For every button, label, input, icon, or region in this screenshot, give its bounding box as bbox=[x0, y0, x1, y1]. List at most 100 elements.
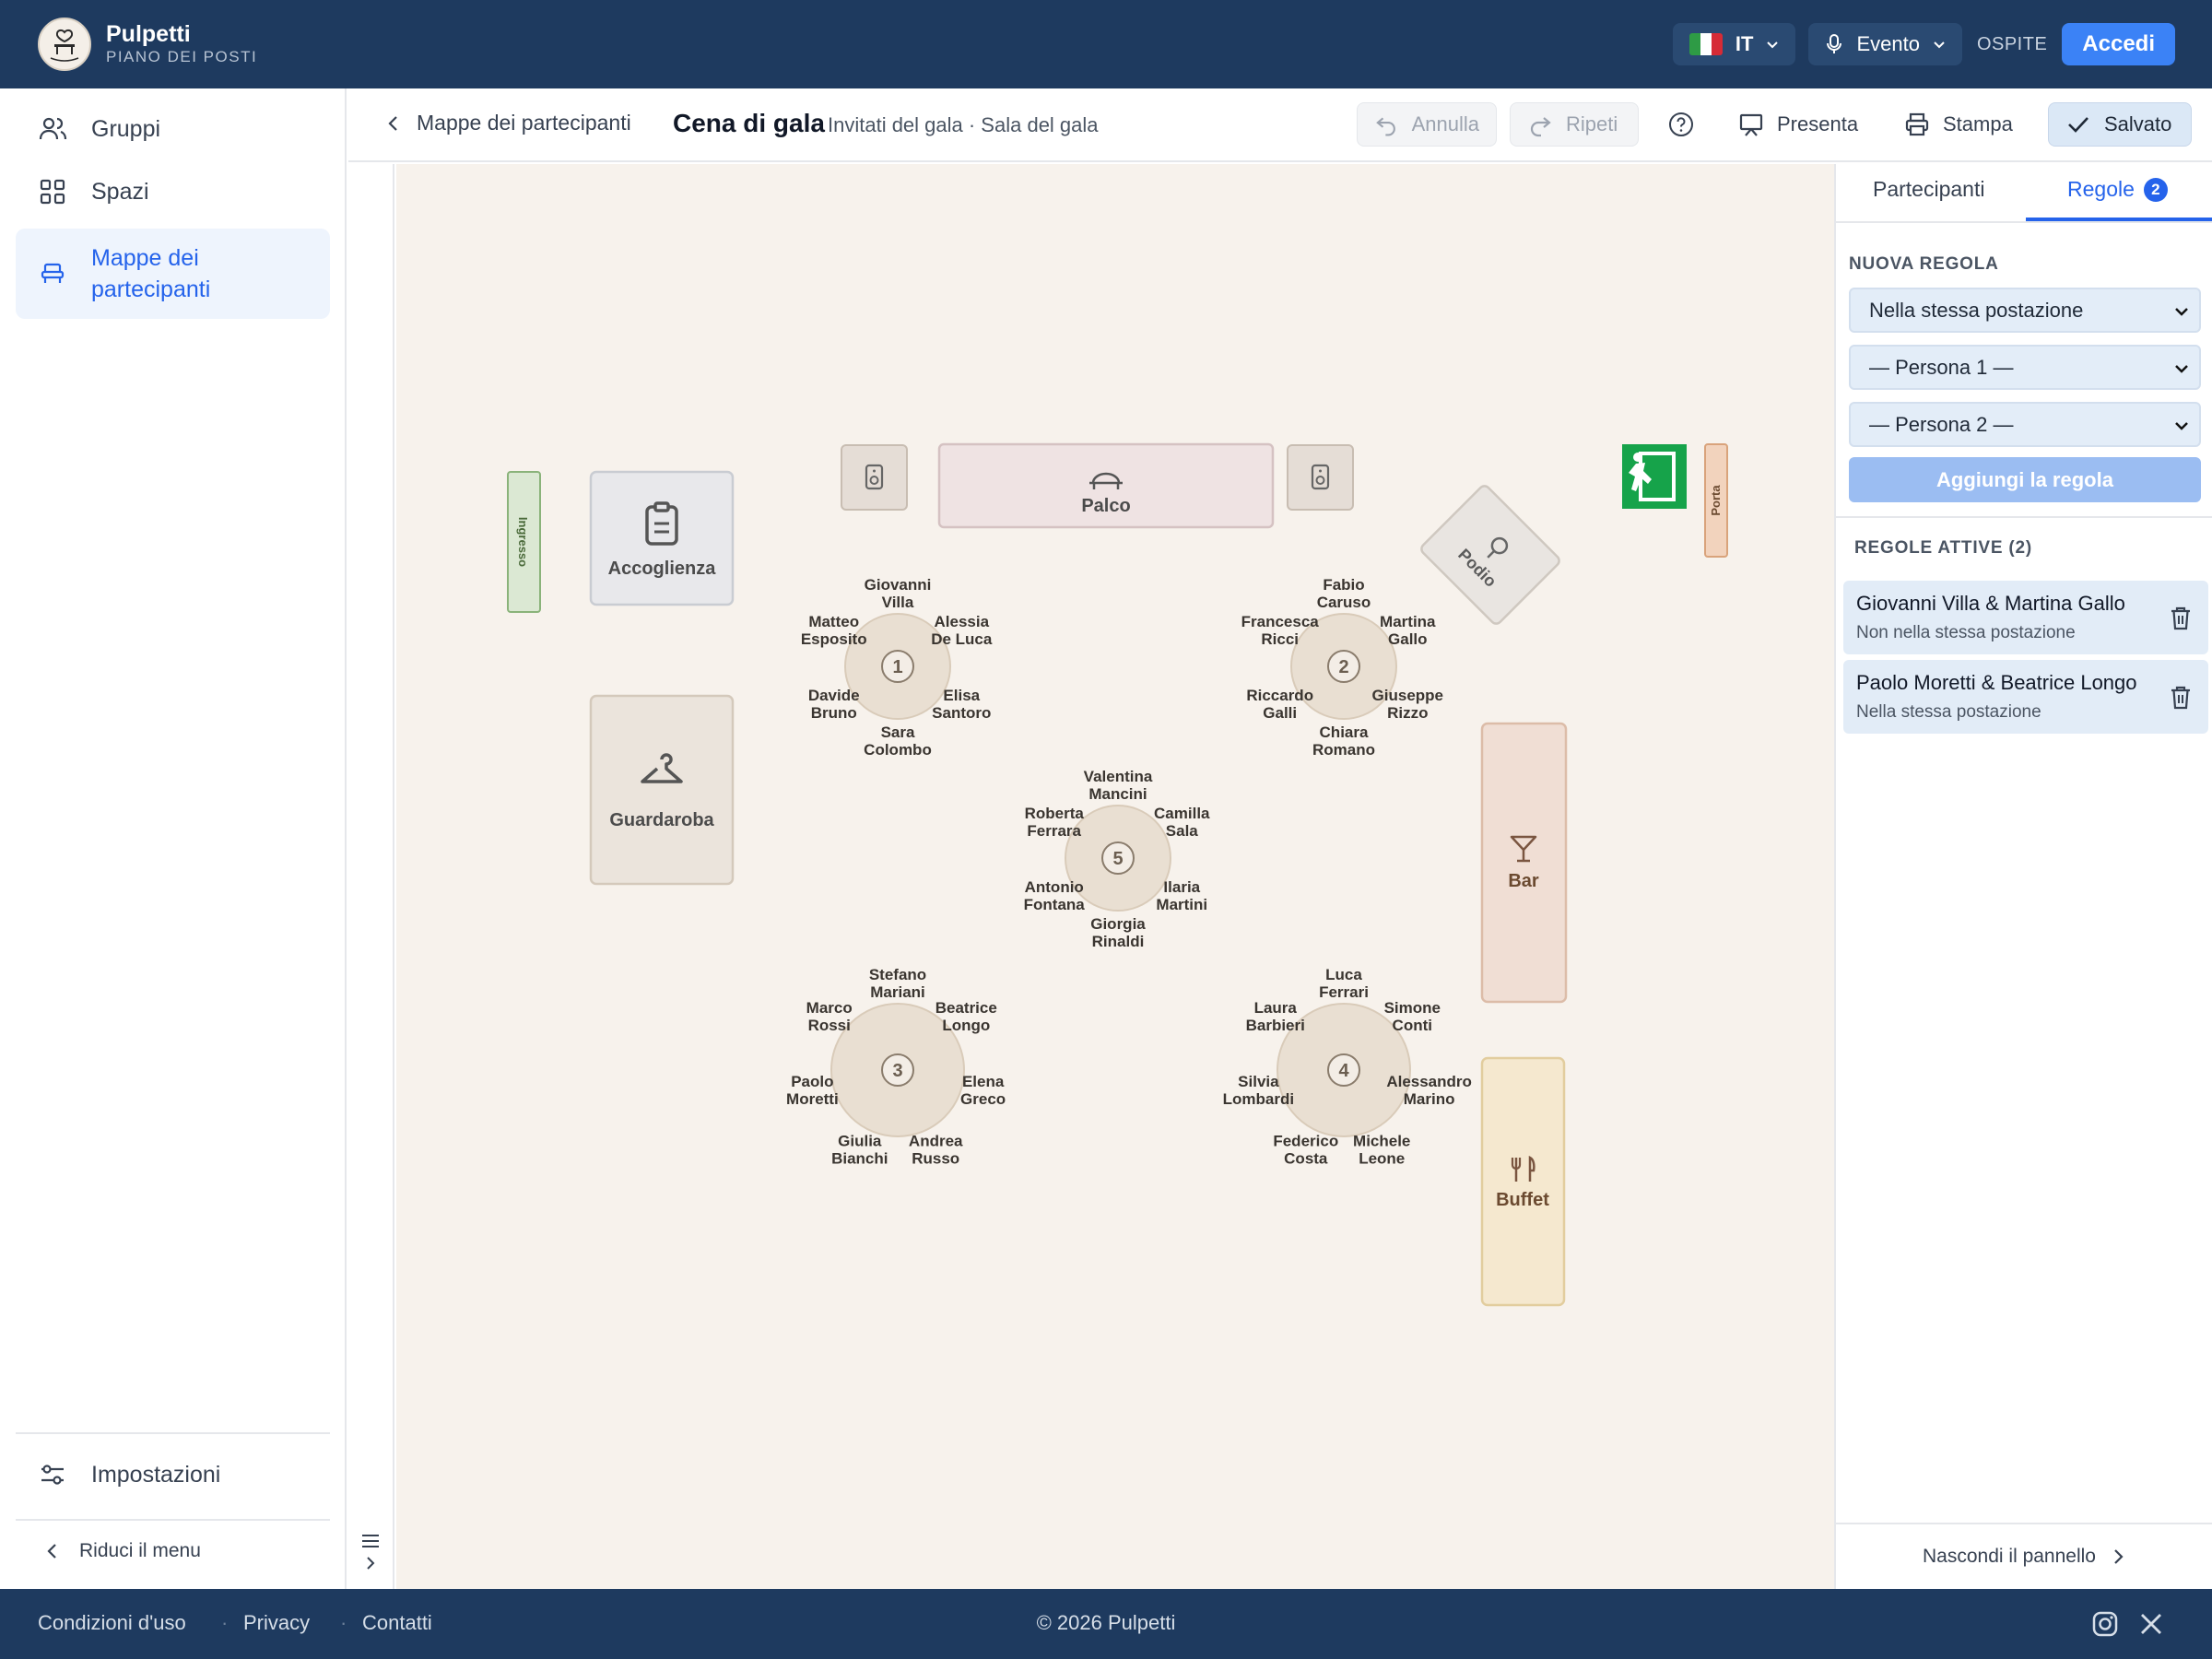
rule-item[interactable]: Giovanni Villa & Martina Gallo Non nella… bbox=[1843, 581, 2208, 654]
chair-icon bbox=[41, 263, 65, 283]
instagram-icon[interactable] bbox=[2090, 1609, 2120, 1639]
chevron-down-icon bbox=[1767, 41, 1779, 49]
sidebar-item-participant-maps[interactable]: Mappe dei partecipanti bbox=[16, 229, 330, 319]
x-icon[interactable] bbox=[2136, 1609, 2166, 1639]
reception[interactable]: Accoglienza bbox=[589, 470, 735, 606]
guest-label[interactable]: Chiara Romano bbox=[1312, 724, 1375, 759]
guest-label[interactable]: Fabio Caruso bbox=[1317, 576, 1371, 611]
chevron-down-icon bbox=[1934, 41, 1945, 49]
guest-label[interactable]: Beatrice Longo bbox=[935, 999, 997, 1034]
undo-button[interactable]: Annulla bbox=[1357, 102, 1497, 147]
entrance-label: Ingresso bbox=[516, 517, 530, 567]
back-label: Mappe dei partecipanti bbox=[417, 111, 631, 135]
table-1[interactable]: 1Giovanni VillaAlessia De LucaElisa Santoro… bbox=[801, 576, 993, 759]
login-button[interactable]: Accedi bbox=[2062, 23, 2175, 65]
floor-plan-canvas[interactable]: Ingresso Accoglienza Guardaroba Palco Po… bbox=[396, 164, 1834, 1589]
door[interactable]: Porta bbox=[1704, 443, 1728, 558]
guest-label[interactable]: Riccardo Galli bbox=[1246, 687, 1313, 722]
speaker-right[interactable] bbox=[1287, 444, 1354, 511]
tab-rules-label: Regole bbox=[2067, 177, 2135, 201]
guest-label[interactable]: Martina Gallo bbox=[1380, 613, 1436, 648]
guest-label[interactable]: Giuseppe Rizzo bbox=[1372, 687, 1443, 722]
help-button[interactable] bbox=[1657, 102, 1705, 147]
rule-type: Nella stessa postazione bbox=[1856, 702, 2041, 722]
chevron-down-icon bbox=[2175, 365, 2188, 373]
print-button[interactable]: Stampa bbox=[1888, 102, 2030, 147]
back-link[interactable]: Mappe dei partecipanti bbox=[383, 111, 631, 135]
guest-label[interactable]: Michele Leone bbox=[1353, 1133, 1410, 1168]
guest-label[interactable]: Giulia Bianchi bbox=[831, 1133, 888, 1168]
sliders-icon bbox=[41, 1465, 64, 1485]
speaker-left[interactable] bbox=[841, 444, 908, 511]
guest-label[interactable]: Marco Rossi bbox=[806, 999, 853, 1034]
guest-label[interactable]: Davide Bruno bbox=[808, 687, 860, 722]
chevron-right-icon bbox=[2114, 1549, 2124, 1564]
add-rule-button[interactable]: Aggiungi la regola bbox=[1849, 457, 2201, 502]
table-5[interactable]: 5Valentina ManciniCamilla SalaIlaria Martin… bbox=[1024, 768, 1210, 950]
present-button[interactable]: Presenta bbox=[1722, 102, 1875, 147]
podium[interactable]: Podio bbox=[1419, 484, 1561, 626]
guest-label[interactable]: Simone Conti bbox=[1384, 999, 1441, 1034]
guest-label[interactable]: Andrea Russo bbox=[909, 1133, 963, 1168]
table-4[interactable]: 4Luca FerrariSimone ContiAlessandro MarinoM… bbox=[1223, 966, 1472, 1168]
tables-layer: 1Giovanni VillaAlessia De LucaElisa Santoro… bbox=[786, 576, 1472, 1168]
table-number: 4 bbox=[1338, 1061, 1349, 1081]
brand[interactable]: Pulpetti PIANO DEI POSTI bbox=[38, 18, 257, 71]
sidebar-item-groups[interactable]: Gruppi bbox=[16, 107, 330, 151]
hide-panel-button[interactable]: Nascondi il pannello bbox=[1836, 1523, 2212, 1589]
users-icon bbox=[39, 117, 67, 140]
trash-icon[interactable] bbox=[2170, 606, 2192, 630]
guest-label[interactable]: Matteo Esposito bbox=[801, 613, 867, 648]
guest-label[interactable]: Luca Ferrari bbox=[1319, 966, 1369, 1001]
guest-label[interactable]: Ilaria Martini bbox=[1156, 878, 1207, 913]
hide-panel-label: Nascondi il pannello bbox=[1923, 1546, 2096, 1567]
redo-button[interactable]: Ripeti bbox=[1510, 102, 1639, 147]
guest-label[interactable]: Giovanni Villa bbox=[865, 576, 932, 611]
guest-label[interactable]: Valentina Mancini bbox=[1084, 768, 1153, 803]
saved-button[interactable]: Salvato bbox=[2048, 102, 2192, 147]
rules-panel: Partecipanti Regole 2 NUOVA REGOLA Nella … bbox=[1834, 164, 2212, 1589]
new-rule-heading: NUOVA REGOLA bbox=[1849, 254, 1999, 274]
guest-label[interactable]: Stefano Mariani bbox=[869, 966, 926, 1001]
collapse-menu-button[interactable]: Riduci il menu bbox=[42, 1540, 201, 1562]
sidebar-item-settings[interactable]: Impostazioni bbox=[16, 1453, 330, 1497]
language-selector[interactable]: IT bbox=[1672, 23, 1796, 65]
rules-count-badge: 2 bbox=[2143, 178, 2168, 202]
guest-label[interactable]: Laura Barbieri bbox=[1246, 999, 1305, 1034]
person1-select[interactable]: — Persona 1 — bbox=[1849, 345, 2201, 390]
guest-label[interactable]: Sara Colombo bbox=[864, 724, 932, 759]
bar[interactable]: Bar bbox=[1480, 722, 1568, 1004]
guest-label[interactable]: Paolo Moretti bbox=[786, 1073, 839, 1108]
guest-label[interactable]: Antonio Fontana bbox=[1024, 878, 1086, 913]
active-tab-indicator bbox=[2026, 218, 2212, 221]
menu-icon[interactable] bbox=[348, 1526, 394, 1582]
help-icon bbox=[1669, 112, 1693, 136]
saved-label: Salvato bbox=[2104, 112, 2172, 135]
rule-type-select[interactable]: Nella stessa postazione bbox=[1849, 288, 2201, 333]
table-2[interactable]: 2 Fabio Caruso Martina Gallo Giuseppe RizzoChi… bbox=[1241, 576, 1443, 759]
tab-participants[interactable]: Partecipanti bbox=[1873, 177, 1984, 202]
top-bar: Pulpetti PIANO DEI POSTI IT Evento OSPIT… bbox=[0, 0, 2212, 88]
page-title: Cena di gala bbox=[673, 109, 825, 137]
sidebar-divider bbox=[16, 1519, 330, 1521]
rule-item[interactable]: Paolo Moretti & Beatrice Longo Nella ste… bbox=[1843, 660, 2208, 734]
trash-icon[interactable] bbox=[2170, 686, 2192, 710]
buffet-label: Buffet bbox=[1496, 1190, 1549, 1210]
entrance[interactable]: Ingresso bbox=[507, 471, 541, 613]
guest-label[interactable]: Giorgia Rinaldi bbox=[1090, 915, 1146, 950]
stage[interactable]: Palco bbox=[937, 442, 1275, 529]
buffet[interactable]: Buffet bbox=[1480, 1056, 1566, 1307]
person2-select[interactable]: — Persona 2 — bbox=[1849, 402, 2201, 447]
sidebar-item-spaces[interactable]: Spazi bbox=[16, 170, 330, 214]
tab-rules[interactable]: Regole 2 bbox=[2067, 177, 2168, 202]
guest-label[interactable]: Elena Greco bbox=[960, 1073, 1006, 1108]
table-3[interactable]: 3 Stefano Mariani Beatrice Longo Elena Greco An… bbox=[786, 966, 1006, 1168]
guest-label[interactable]: Federico Costa bbox=[1273, 1133, 1338, 1168]
mode-selector[interactable]: Evento bbox=[1808, 23, 1962, 65]
cloakroom[interactable]: Guardaroba bbox=[589, 694, 735, 886]
guest-label[interactable]: Roberta Ferrara bbox=[1025, 805, 1085, 840]
guest-label[interactable]: Alessia De Luca bbox=[931, 613, 993, 648]
sidebar-item-label: Impostazioni bbox=[91, 1461, 221, 1488]
panel-tabs: Partecipanti Regole 2 bbox=[1836, 164, 2212, 223]
stage-label: Palco bbox=[1081, 496, 1130, 516]
